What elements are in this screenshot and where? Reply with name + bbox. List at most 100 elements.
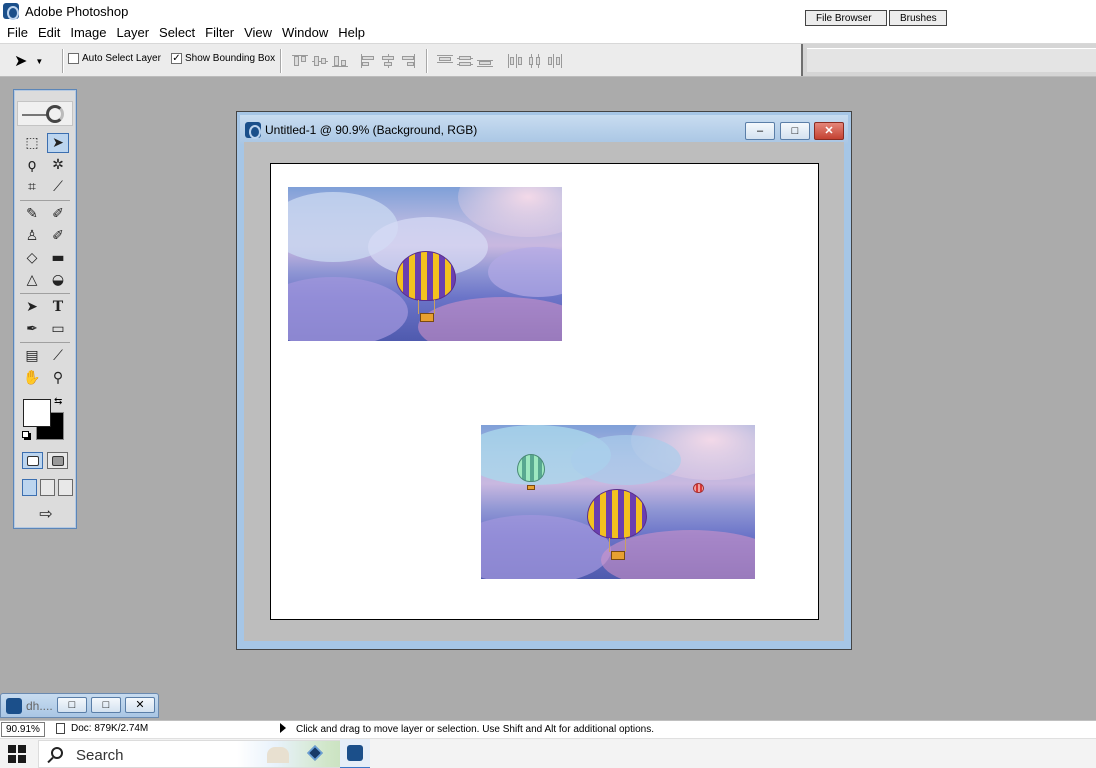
close-button[interactable]: ✕ <box>814 122 844 140</box>
status-bar: 90.91% Doc: 879K/2.74M Click and drag to… <box>0 720 1096 738</box>
move-tool-icon: ➤ <box>14 53 28 70</box>
menu-select[interactable]: Select <box>154 22 200 43</box>
hand-tool-icon[interactable]: ✋ <box>21 368 43 388</box>
distribute-vertical-centers-icon[interactable] <box>457 54 473 68</box>
standard-mode-button[interactable] <box>22 452 43 469</box>
distribute-right-icon[interactable] <box>547 54 563 68</box>
windows-start-icon[interactable] <box>8 745 26 763</box>
hot-air-balloon-distant <box>693 483 705 497</box>
quick-mask-mode-button[interactable] <box>47 452 68 469</box>
align-right-edges-icon[interactable] <box>400 54 416 68</box>
show-bounding-box-checkbox[interactable]: ✓ Show Bounding Box <box>171 53 275 64</box>
distribute-bottom-icon[interactable] <box>477 54 493 68</box>
hot-air-balloon <box>587 489 649 563</box>
status-message: Click and drag to move layer or selectio… <box>296 724 654 735</box>
menu-view[interactable]: View <box>239 22 277 43</box>
palette-well <box>801 44 1096 76</box>
maximize-button[interactable]: □ <box>91 697 121 713</box>
align-top-edges-icon[interactable] <box>292 54 308 68</box>
history-brush-tool-icon[interactable]: ✐ <box>47 226 69 246</box>
photoshop-doc-icon <box>245 121 261 139</box>
path-selection-tool-icon[interactable]: ➤ <box>21 297 43 317</box>
tool-preset-picker[interactable]: ➤ ▼ <box>14 50 58 72</box>
search-label: Search <box>76 747 124 764</box>
pen-tool-icon[interactable]: ✒ <box>21 319 43 339</box>
lasso-tool-icon[interactable]: ϙ <box>21 155 43 175</box>
shape-tool-icon[interactable]: ▭ <box>47 319 69 339</box>
balloon-layer-image-top[interactable] <box>288 187 562 341</box>
tab-brushes[interactable]: Brushes <box>889 10 947 26</box>
menu-help[interactable]: Help <box>333 22 370 43</box>
toolbox-header-logo[interactable] <box>17 101 73 126</box>
align-left-edges-icon[interactable] <box>360 54 376 68</box>
align-bottom-edges-icon[interactable] <box>332 54 348 68</box>
windows-taskbar: Search <box>0 738 1096 768</box>
dodge-tool-icon[interactable]: ◒ <box>47 270 69 290</box>
default-colors-icon[interactable] <box>22 431 29 438</box>
restore-button[interactable]: □ <box>57 697 87 713</box>
tab-file-browser[interactable]: File Browser <box>805 10 887 26</box>
slice-tool-icon[interactable]: ⟋ <box>47 177 69 197</box>
document-window: Untitled-1 @ 90.9% (Background, RGB) – □… <box>236 111 852 650</box>
hot-air-balloon-small <box>517 454 547 492</box>
screen-mode-full-menu-button[interactable] <box>40 479 55 496</box>
checkbox-checked[interactable]: ✓ <box>171 53 182 64</box>
screen-mode-full-button[interactable] <box>58 479 73 496</box>
toolbox: ⬚ ➤ ϙ ✲ ⌗ ⟋ ✎ ✐ ♙ ✐ ◇ ▬ △ ◒ ➤ T ✒ ▭ ▤ ⟋ … <box>13 89 77 529</box>
minimized-document-window[interactable]: dh.... □ □ ✕ <box>0 693 159 718</box>
align-vertical-centers-icon[interactable] <box>312 54 328 68</box>
status-menu-arrow-icon[interactable] <box>280 723 286 733</box>
menu-edit[interactable]: Edit <box>33 22 65 43</box>
options-divider <box>280 49 282 73</box>
checkbox-box[interactable] <box>68 53 79 64</box>
document-size-text: Doc: 879K/2.74M <box>71 723 149 734</box>
magic-wand-tool-icon[interactable]: ✲ <box>47 155 69 175</box>
brush-tool-icon[interactable]: ✐ <box>47 204 69 224</box>
chevron-down-icon: ▼ <box>35 56 44 66</box>
menu-file[interactable]: File <box>2 22 33 43</box>
distribute-top-icon[interactable] <box>437 54 453 68</box>
show-bounding-box-label: Show Bounding Box <box>185 53 276 64</box>
document-title-bar[interactable]: Untitled-1 @ 90.9% (Background, RGB) – □… <box>240 115 848 144</box>
virtualbox-icon[interactable] <box>304 743 326 765</box>
crop-tool-icon[interactable]: ⌗ <box>21 177 43 197</box>
marquee-tool-icon[interactable]: ⬚ <box>21 133 43 153</box>
gradient-tool-icon[interactable]: ▬ <box>47 248 69 268</box>
move-tool-icon[interactable]: ➤ <box>47 133 69 153</box>
options-divider <box>62 49 64 73</box>
screen-mode-standard-button[interactable] <box>22 479 37 496</box>
menu-layer[interactable]: Layer <box>112 22 155 43</box>
foreground-color-swatch[interactable] <box>23 399 51 427</box>
eyedropper-tool-icon[interactable]: ⟋ <box>47 346 69 366</box>
document-size-info[interactable]: Doc: 879K/2.74M <box>56 723 148 734</box>
photoshop-icon <box>3 3 19 20</box>
blur-tool-icon[interactable]: △ <box>21 270 43 290</box>
close-button[interactable]: ✕ <box>125 697 155 713</box>
toolbox-divider <box>20 342 70 343</box>
zoom-tool-icon[interactable]: ⚲ <box>47 368 69 388</box>
eraser-tool-icon[interactable]: ◇ <box>21 248 43 268</box>
distribute-left-icon[interactable] <box>507 54 523 68</box>
align-horizontal-centers-icon[interactable] <box>380 54 396 68</box>
minimize-button[interactable]: – <box>745 122 775 140</box>
notes-tool-icon[interactable]: ▤ <box>21 346 43 366</box>
menu-image[interactable]: Image <box>65 22 111 43</box>
balloon-layer-image-bottom[interactable] <box>481 425 755 579</box>
photoshop-taskbar-icon[interactable] <box>340 739 370 768</box>
document-canvas[interactable] <box>270 163 819 620</box>
swap-colors-icon[interactable]: ⇆ <box>54 396 62 407</box>
auto-select-layer-label: Auto Select Layer <box>82 53 161 64</box>
zoom-level-field[interactable]: 90.91% <box>1 722 45 737</box>
jump-to-imageready-icon[interactable]: ⇨ <box>22 504 70 524</box>
type-tool-icon[interactable]: T <box>47 297 69 317</box>
clone-stamp-tool-icon[interactable]: ♙ <box>21 226 43 246</box>
auto-select-layer-checkbox[interactable]: Auto Select Layer <box>68 53 161 64</box>
options-divider <box>426 49 428 73</box>
menu-filter[interactable]: Filter <box>200 22 239 43</box>
maximize-button[interactable]: □ <box>780 122 810 140</box>
distribute-horizontal-centers-icon[interactable] <box>527 54 543 68</box>
document-icon <box>56 723 65 734</box>
healing-brush-tool-icon[interactable]: ✎ <box>21 204 43 224</box>
document-title: Untitled-1 @ 90.9% (Background, RGB) <box>265 122 478 137</box>
menu-window[interactable]: Window <box>277 22 333 43</box>
